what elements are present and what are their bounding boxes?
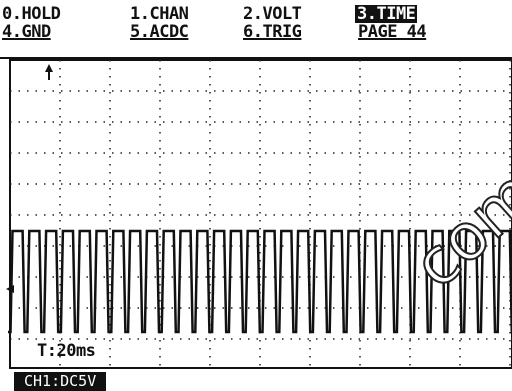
time-base-readout: T:20ms xyxy=(37,341,96,361)
scope-screen xyxy=(6,59,512,369)
graticule xyxy=(9,59,512,369)
up-arrow-icon xyxy=(45,64,53,72)
screen-border xyxy=(9,59,512,369)
trigger-marker xyxy=(45,64,53,80)
channel-info-badge: CH1:DC5V xyxy=(14,372,107,391)
